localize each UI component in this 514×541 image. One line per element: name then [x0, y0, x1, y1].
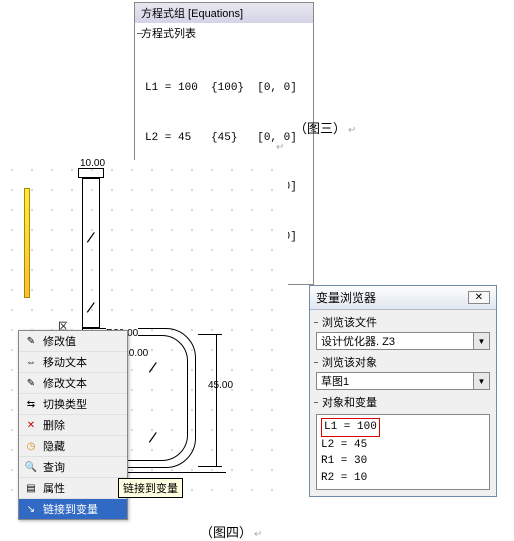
- menu-item-icon: ⇔: [23, 355, 39, 369]
- context-menu-item[interactable]: ◷ 隐藏: [19, 436, 127, 457]
- variable-row[interactable]: R2 = 10: [321, 470, 485, 487]
- figure-3-label: （图三）: [294, 118, 356, 137]
- paragraph-mark: ↵: [276, 142, 284, 153]
- variable-browser-title: 变量浏览器: [316, 289, 376, 306]
- chevron-down-icon[interactable]: ▼: [473, 333, 489, 349]
- menu-item-icon: 🔍: [23, 460, 39, 474]
- menu-item-label: 切换类型: [43, 396, 87, 412]
- object-input[interactable]: [317, 373, 473, 389]
- equations-section-label: 方程式列表: [135, 23, 313, 43]
- file-input[interactable]: [317, 333, 473, 349]
- context-menu-item[interactable]: ✎ 修改文本: [19, 373, 127, 394]
- browse-file-label: 浏览该文件: [316, 314, 490, 330]
- menu-item-icon: ✎: [23, 334, 39, 348]
- menu-item-label: 移动文本: [43, 354, 87, 370]
- context-menu-item[interactable]: ▤ 属性: [19, 478, 127, 499]
- menu-item-icon: ↘: [23, 502, 39, 516]
- menu-item-icon: ✎: [23, 376, 39, 390]
- object-select[interactable]: ▼: [316, 372, 490, 390]
- context-menu-item[interactable]: ⇆ 切换类型: [19, 394, 127, 415]
- ext-line: [198, 466, 222, 467]
- file-select[interactable]: ▼: [316, 332, 490, 350]
- dim-vertical: [216, 334, 217, 466]
- chevron-down-icon[interactable]: ▼: [473, 373, 489, 389]
- menu-item-label: 查询: [43, 459, 65, 475]
- context-menu-item[interactable]: 🔍 查询: [19, 457, 127, 478]
- menu-item-icon: ✕: [23, 418, 39, 432]
- menu-item-icon: ▤: [23, 481, 39, 495]
- browse-object-label: 浏览该对象: [316, 354, 490, 370]
- figure-4-label: （图四）: [200, 522, 262, 541]
- variable-row[interactable]: L2 = 45: [321, 437, 485, 454]
- context-menu-item[interactable]: ✎ 修改值: [19, 331, 127, 352]
- context-menu-item[interactable]: ⇔ 移动文本: [19, 352, 127, 373]
- variable-list: L1 = 100L2 = 45R1 = 30R2 = 10: [316, 414, 490, 490]
- variable-row[interactable]: R1 = 30: [321, 453, 485, 470]
- dimension-45[interactable]: 45.00: [208, 380, 233, 391]
- variable-browser-title-bar[interactable]: 变量浏览器 ✕: [310, 286, 496, 310]
- close-button[interactable]: ✕: [468, 291, 490, 304]
- sketch-cap: [78, 168, 104, 178]
- context-menu-item[interactable]: ↘ 链接到变量: [19, 499, 127, 519]
- context-menu-item[interactable]: ✕ 删除: [19, 415, 127, 436]
- variable-browser-panel: 变量浏览器 ✕ 浏览该文件 ▼ 浏览该对象 ▼ 对象和变量 L1 = 100L2…: [309, 285, 497, 497]
- menu-item-icon: ◷: [23, 439, 39, 453]
- menu-item-label: 删除: [43, 417, 65, 433]
- menu-item-label: 修改值: [43, 333, 76, 349]
- menu-item-label: 链接到变量: [43, 501, 98, 517]
- highlight-bar: [24, 188, 30, 298]
- menu-item-icon: ⇆: [23, 397, 39, 411]
- menu-item-label: 属性: [43, 480, 65, 496]
- object-vars-label: 对象和变量: [316, 394, 490, 410]
- equations-title: 方程式组 [Equations]: [135, 3, 313, 23]
- dimension-top[interactable]: 10.00: [80, 158, 105, 169]
- menu-item-label: 修改文本: [43, 375, 87, 391]
- equation-row[interactable]: L1 = 100 {100} [0, 0]: [145, 80, 307, 97]
- context-menu: ✎ 修改值 ⇔ 移动文本 ✎ 修改文本 ⇆ 切换类型 ✕ 删除 ◷ 隐藏 🔍 查询 ▤ 属性 ↘ 链接到变量: [18, 330, 128, 520]
- ext-line: [198, 334, 222, 335]
- menu-item-label: 隐藏: [43, 438, 65, 454]
- variable-row[interactable]: L1 = 100: [321, 418, 485, 437]
- context-menu-tooltip: 链接到变量: [118, 478, 183, 498]
